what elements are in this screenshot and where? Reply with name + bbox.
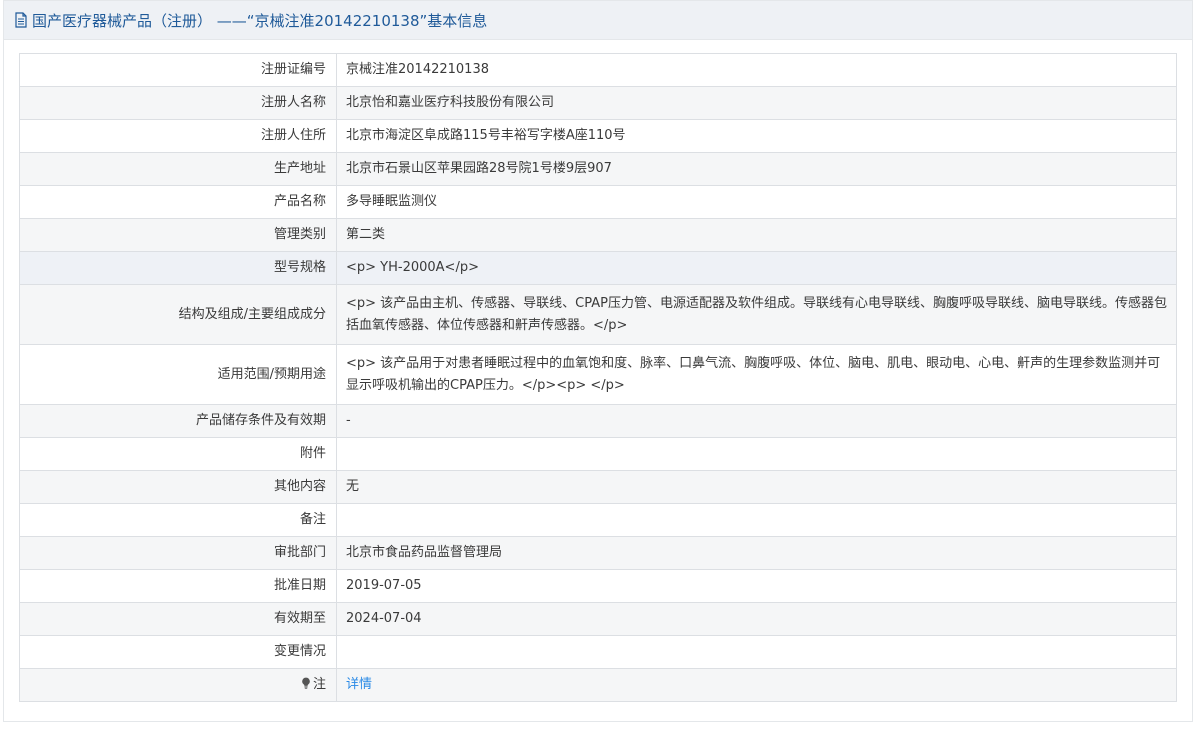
field-label: 产品名称	[19, 185, 337, 219]
field-label: 结构及组成/主要组成成分	[19, 284, 337, 345]
note-label-cell: 注	[19, 668, 337, 702]
table-row: 审批部门 北京市食品药品监督管理局	[19, 536, 1177, 570]
field-value: 多导睡眠监测仪	[336, 185, 1177, 219]
note-label: 注	[312, 677, 326, 692]
field-value: 北京怡和嘉业医疗科技股份有限公司	[336, 86, 1177, 120]
table-row: 备注	[19, 503, 1177, 537]
detail-panel: 国产医疗器械产品（注册） ——“京械注准20142210138”基本信息 注册证…	[3, 0, 1193, 722]
info-table: 注册证编号 京械注准20142210138 注册人名称 北京怡和嘉业医疗科技股份…	[19, 53, 1177, 702]
field-value	[336, 635, 1177, 669]
field-label: 附件	[19, 437, 337, 471]
lightbulb-icon	[302, 677, 310, 689]
note-value-cell: 详情	[336, 668, 1177, 702]
field-value: 无	[336, 470, 1177, 504]
field-value: 北京市石景山区苹果园路28号院1号楼9层907	[336, 152, 1177, 186]
field-label: 产品储存条件及有效期	[19, 404, 337, 438]
field-value: 2019-07-05	[336, 569, 1177, 603]
field-value: 北京市食品药品监督管理局	[336, 536, 1177, 570]
field-label: 适用范围/预期用途	[19, 344, 337, 405]
field-label: 注册人名称	[19, 86, 337, 120]
field-label: 批准日期	[19, 569, 337, 603]
field-value: <p> 该产品由主机、传感器、导联线、CPAP压力管、电源适配器及软件组成。导联…	[336, 284, 1177, 345]
table-row: 型号规格 <p> YH-2000A</p>	[19, 251, 1177, 285]
field-label: 有效期至	[19, 602, 337, 636]
panel-header: 国产医疗器械产品（注册） ——“京械注准20142210138”基本信息	[4, 1, 1192, 40]
table-row: 适用范围/预期用途 <p> 该产品用于对患者睡眠过程中的血氧饱和度、脉率、口鼻气…	[19, 344, 1177, 405]
table-row: 管理类别 第二类	[19, 218, 1177, 252]
field-value: <p> YH-2000A</p>	[336, 251, 1177, 285]
field-label: 型号规格	[19, 251, 337, 285]
details-link[interactable]: 详情	[346, 677, 372, 692]
field-value: 京械注准20142210138	[336, 53, 1177, 87]
field-value: 北京市海淀区阜成路115号丰裕写字楼A座110号	[336, 119, 1177, 153]
table-row: 注册人名称 北京怡和嘉业医疗科技股份有限公司	[19, 86, 1177, 120]
table-row: 有效期至 2024-07-04	[19, 602, 1177, 636]
field-value: -	[336, 404, 1177, 438]
field-value: 2024-07-04	[336, 602, 1177, 636]
table-row: 注册人住所 北京市海淀区阜成路115号丰裕写字楼A座110号	[19, 119, 1177, 153]
field-label: 审批部门	[19, 536, 337, 570]
field-label: 管理类别	[19, 218, 337, 252]
table-row: 注册证编号 京械注准20142210138	[19, 53, 1177, 87]
table-row: 变更情况	[19, 635, 1177, 669]
field-label: 注册证编号	[19, 53, 337, 87]
field-label: 其他内容	[19, 470, 337, 504]
field-label: 备注	[19, 503, 337, 537]
field-value: 第二类	[336, 218, 1177, 252]
table-row: 批准日期 2019-07-05	[19, 569, 1177, 603]
document-icon	[15, 12, 27, 28]
table-row: 结构及组成/主要组成成分 <p> 该产品由主机、传感器、导联线、CPAP压力管、…	[19, 284, 1177, 345]
field-value	[336, 503, 1177, 537]
table-row: 生产地址 北京市石景山区苹果园路28号院1号楼9层907	[19, 152, 1177, 186]
table-row: 其他内容 无	[19, 470, 1177, 504]
field-value: <p> 该产品用于对患者睡眠过程中的血氧饱和度、脉率、口鼻气流、胸腹呼吸、体位、…	[336, 344, 1177, 405]
note-row: 注 详情	[19, 668, 1177, 702]
field-label: 变更情况	[19, 635, 337, 669]
table-row: 附件	[19, 437, 1177, 471]
table-row: 产品名称 多导睡眠监测仪	[19, 185, 1177, 219]
field-label: 生产地址	[19, 152, 337, 186]
page-title: 国产医疗器械产品（注册） ——“京械注准20142210138”基本信息	[32, 11, 488, 30]
table-row: 产品储存条件及有效期 -	[19, 404, 1177, 438]
field-label: 注册人住所	[19, 119, 337, 153]
field-value	[336, 437, 1177, 471]
